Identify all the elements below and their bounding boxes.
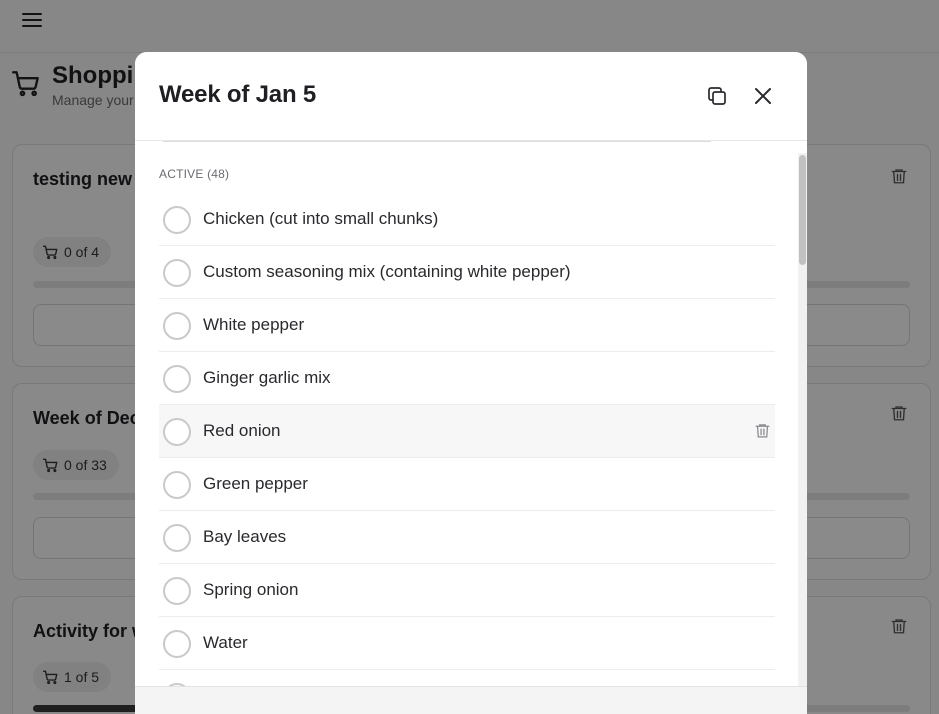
item-checkbox[interactable]	[163, 312, 191, 340]
list-item[interactable]: Bay leaves	[159, 511, 775, 564]
item-label: Water	[203, 633, 248, 652]
modal-footer	[135, 686, 807, 714]
list-item[interactable]: Spring onion	[159, 564, 775, 617]
item-label: White pepper	[203, 315, 305, 334]
input-bottom-edge	[163, 141, 711, 142]
modal-title: Week of Jan 5	[159, 81, 317, 108]
item-label: Ginger garlic mix	[203, 368, 331, 387]
list-item[interactable]	[159, 670, 775, 686]
item-checkbox[interactable]	[163, 524, 191, 552]
item-checkbox[interactable]	[163, 471, 191, 499]
list-item[interactable]: White pepper	[159, 299, 775, 352]
list-item[interactable]: Red onion	[159, 405, 775, 458]
scrollbar-thumb[interactable]	[799, 155, 806, 265]
item-label: Custom seasoning mix (containing white p…	[203, 262, 571, 281]
list-item[interactable]: Chicken (cut into small chunks)	[159, 193, 775, 246]
list-item[interactable]: Ginger garlic mix	[159, 352, 775, 405]
item-checkbox[interactable]	[163, 418, 191, 446]
close-icon[interactable]	[751, 84, 775, 108]
list-item[interactable]: Water	[159, 617, 775, 670]
trash-icon[interactable]	[754, 422, 771, 439]
item-label: Green pepper	[203, 474, 308, 493]
item-checkbox[interactable]	[163, 206, 191, 234]
modal-header: Week of Jan 5	[135, 52, 807, 141]
item-label: Spring onion	[203, 580, 299, 599]
modal-body: ACTIVE (48) Chicken (cut into small chun…	[135, 141, 807, 686]
item-list: Chicken (cut into small chunks) Custom s…	[159, 193, 775, 686]
scrollbar[interactable]	[798, 153, 807, 686]
item-checkbox[interactable]	[163, 577, 191, 605]
list-item[interactable]: Custom seasoning mix (containing white p…	[159, 246, 775, 299]
item-checkbox[interactable]	[163, 259, 191, 287]
item-label: Bay leaves	[203, 527, 287, 546]
item-checkbox[interactable]	[163, 630, 191, 658]
shopping-list-modal: Week of Jan 5 ACTIVE (48) Chicken (cut i…	[135, 52, 807, 714]
list-item[interactable]: Green pepper	[159, 458, 775, 511]
item-label: Chicken (cut into small chunks)	[203, 209, 439, 228]
active-section-label: ACTIVE (48)	[159, 167, 230, 181]
copy-icon[interactable]	[705, 84, 729, 108]
item-checkbox[interactable]	[163, 365, 191, 393]
item-label: Red onion	[203, 421, 281, 440]
